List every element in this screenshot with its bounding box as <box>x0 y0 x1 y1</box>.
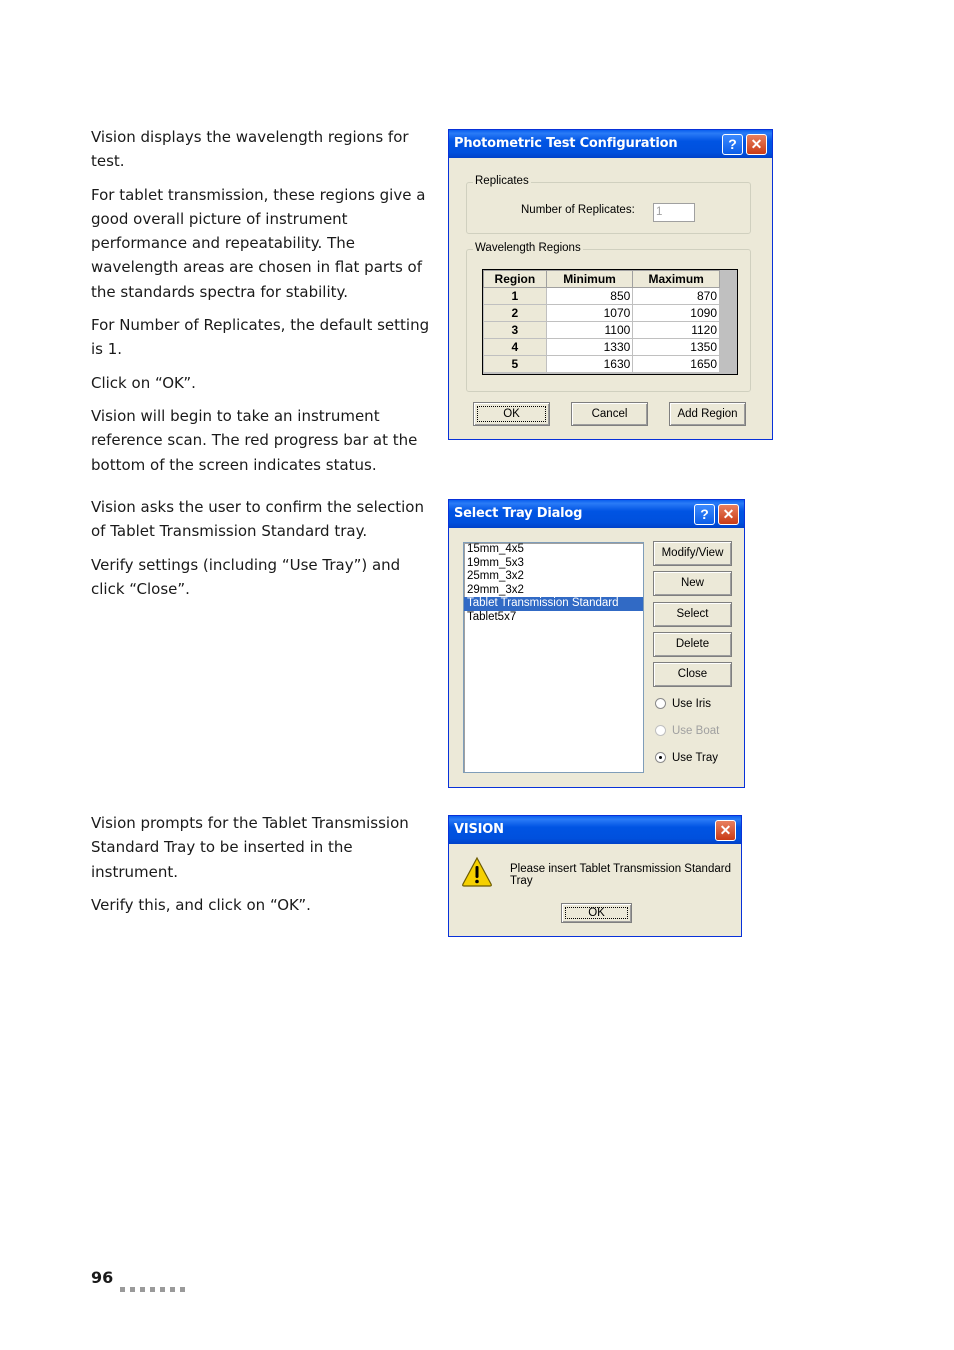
paragraph: Vision asks the user to confirm the sele… <box>91 498 424 541</box>
ok-button[interactable]: OK <box>473 402 550 426</box>
column-header-minimum: Minimum <box>545 270 634 288</box>
wavelength-regions-group: Wavelength Regions Region Minimum Maximu… <box>466 242 751 392</box>
dialog-title: Photometric Test Configuration <box>454 136 678 151</box>
minimum-cell[interactable]: 1100 <box>545 321 634 339</box>
tray-list-item[interactable]: 29mm_3x2 <box>464 584 643 598</box>
cancel-button[interactable]: Cancel <box>571 402 648 426</box>
regions-table: Region Minimum Maximum 1 850 870 2 1070 … <box>483 270 720 373</box>
paragraph: For Number of Replicates, the default se… <box>91 316 430 359</box>
use-tray-radio[interactable]: Use Tray <box>655 752 718 764</box>
radio-indicator <box>655 698 666 710</box>
use-boat-radio: Use Boat <box>655 725 719 737</box>
paragraph: Verify settings (including “Use Tray”) a… <box>91 555 401 598</box>
tray-list-item[interactable]: 19mm_5x3 <box>464 557 643 571</box>
close-icon[interactable]: ✕ <box>746 134 767 155</box>
minimum-cell[interactable]: 1330 <box>545 338 634 356</box>
section-3-text: Vision prompts for the Tablet Transmissi… <box>91 811 436 926</box>
maximum-cell[interactable]: 1120 <box>632 321 720 339</box>
table-row[interactable]: 2 1070 1090 <box>483 304 720 322</box>
new-button[interactable]: New <box>653 571 732 596</box>
section-1-text: Vision displays the wavelength regions f… <box>91 125 436 486</box>
region-cell: 2 <box>483 304 547 322</box>
paragraph: Vision displays the wavelength regions f… <box>91 128 409 171</box>
paragraph: Click on “OK”. <box>91 373 196 392</box>
replicates-group: Replicates Number of Replicates: 1 <box>466 175 751 234</box>
section-2-text: Vision asks the user to confirm the sele… <box>91 495 436 610</box>
column-header-maximum: Maximum <box>632 270 720 288</box>
modify-view-button[interactable]: Modify/View <box>653 541 732 566</box>
maximum-cell[interactable]: 1090 <box>632 304 720 322</box>
radio-indicator <box>655 725 666 737</box>
close-icon[interactable]: ✕ <box>718 504 739 525</box>
vision-message-dialog: VISION ✕ Please insert Tablet Transmissi… <box>448 815 742 937</box>
add-region-button[interactable]: Add Region <box>669 402 746 426</box>
table-row[interactable]: 4 1330 1350 <box>483 338 720 356</box>
minimum-cell[interactable]: 850 <box>545 287 634 305</box>
dialog-title: VISION <box>454 822 504 837</box>
maximum-cell[interactable]: 1350 <box>632 338 720 356</box>
radio-label: Use Tray <box>672 752 719 764</box>
help-icon[interactable]: ? <box>694 504 715 525</box>
group-label: Wavelength Regions <box>473 242 583 254</box>
tray-list-item-selected[interactable]: Tablet Transmission Standard <box>464 597 643 611</box>
message-text: Please insert Tablet Transmission Standa… <box>510 863 731 887</box>
radio-label: Use Iris <box>672 698 711 710</box>
minimum-cell[interactable]: 1630 <box>545 355 634 373</box>
use-iris-radio[interactable]: Use Iris <box>655 698 711 710</box>
page-dots-decoration <box>120 1277 190 1296</box>
radio-label: Use Boat <box>672 725 720 737</box>
column-header-region: Region <box>483 270 547 288</box>
maximum-cell[interactable]: 870 <box>632 287 720 305</box>
focus-indicator <box>565 907 628 919</box>
tray-list-item[interactable]: 25mm_3x2 <box>464 570 643 584</box>
paragraph: Vision will begin to take an instrument … <box>91 406 418 474</box>
tray-list[interactable]: 15mm_4x5 19mm_5x3 25mm_3x2 29mm_3x2 Tabl… <box>463 542 644 773</box>
dialog-title: Select Tray Dialog <box>454 506 583 521</box>
focus-indicator <box>477 406 546 422</box>
close-icon[interactable]: ✕ <box>715 820 736 841</box>
select-tray-dialog: Select Tray Dialog ? ✕ 15mm_4x5 19mm_5x3… <box>448 499 745 788</box>
help-icon[interactable]: ? <box>722 134 743 155</box>
select-button[interactable]: Select <box>653 602 732 627</box>
regions-grid: Region Minimum Maximum 1 850 870 2 1070 … <box>482 269 738 375</box>
replicates-label: Number of Replicates: <box>521 204 635 216</box>
paragraph: Verify this, and click on “OK”. <box>91 895 311 914</box>
photometric-test-configuration-dialog: Photometric Test Configuration ? ✕ Repli… <box>448 129 773 440</box>
tray-list-item[interactable]: Tablet5x7 <box>464 611 643 625</box>
dialog-titlebar: VISION <box>449 816 741 844</box>
group-label: Replicates <box>473 175 531 187</box>
maximum-cell[interactable]: 1650 <box>632 355 720 373</box>
paragraph: Vision prompts for the Tablet Transmissi… <box>91 814 409 881</box>
region-cell: 1 <box>483 287 547 305</box>
ok-button[interactable]: OK <box>561 903 632 923</box>
close-button[interactable]: Close <box>653 662 732 687</box>
table-row[interactable]: 5 1630 1650 <box>483 355 720 373</box>
region-cell: 4 <box>483 338 547 356</box>
region-cell: 3 <box>483 321 547 339</box>
page-number: 96 <box>91 1268 114 1287</box>
delete-button[interactable]: Delete <box>653 632 732 657</box>
region-cell: 5 <box>483 355 547 373</box>
tray-list-item[interactable]: 15mm_4x5 <box>464 543 643 557</box>
minimum-cell[interactable]: 1070 <box>545 304 634 322</box>
paragraph: For tablet transmission, these regions g… <box>91 185 426 301</box>
table-row[interactable]: 1 850 870 <box>483 287 720 305</box>
replicates-input[interactable]: 1 <box>653 203 695 222</box>
radio-indicator <box>655 752 666 764</box>
warning-icon <box>462 856 492 887</box>
table-row[interactable]: 3 1100 1120 <box>483 321 720 339</box>
